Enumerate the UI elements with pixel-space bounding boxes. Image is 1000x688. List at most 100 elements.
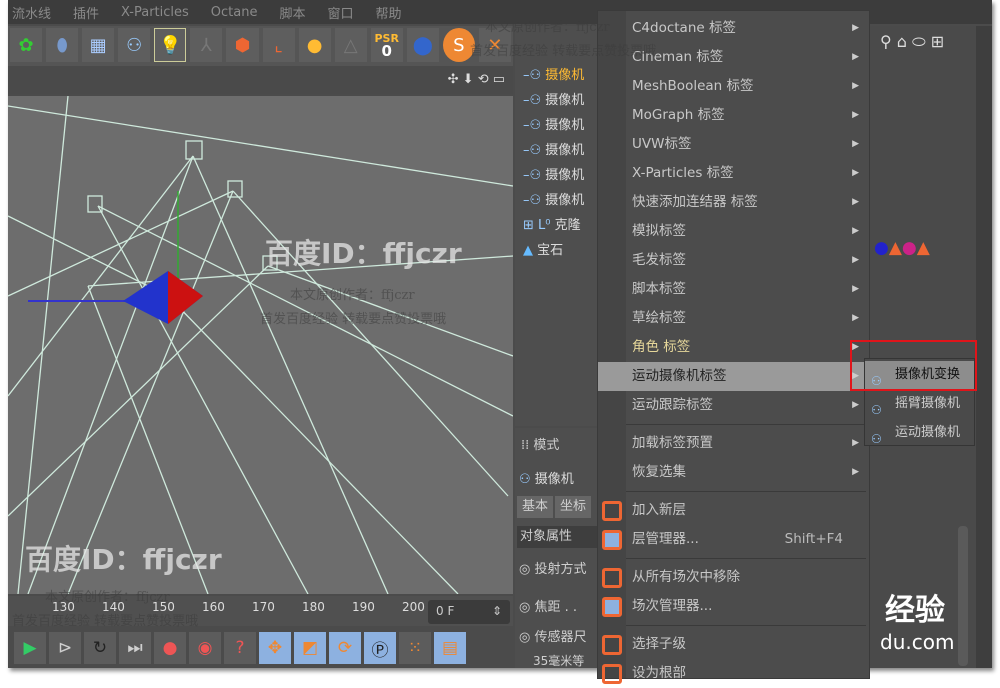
menu-item[interactable]: 恢复选集 ▶ xyxy=(598,458,869,487)
submenu-arrow-icon: ▶ xyxy=(852,81,859,91)
viewport[interactable] xyxy=(8,96,513,594)
menu-item[interactable]: 运动摄像机标签 ▶ xyxy=(598,362,869,391)
menu-item-label: MoGraph 标签 xyxy=(632,107,725,123)
menu-item[interactable]: X-Particles xyxy=(121,5,189,20)
autokey-icon[interactable]: ◉ xyxy=(189,632,221,664)
menu-item[interactable]: 流水线 xyxy=(12,3,51,22)
menu-item[interactable]: 从所有场次中移除 xyxy=(598,563,869,592)
submenu-item[interactable]: ⚇ 运动摄像机 xyxy=(865,419,974,447)
menu-item[interactable]: 设为根部 xyxy=(598,659,869,688)
search-icon[interactable]: ⚲ ⌂ ⬭ ⊞ xyxy=(880,32,944,52)
drop-to-floor-icon[interactable]: ⬤ xyxy=(406,28,439,62)
menu-item[interactable]: 帮助 xyxy=(376,3,402,22)
play-icon[interactable]: ▶ xyxy=(14,632,46,664)
frame-field[interactable]: 0 F ⇕ xyxy=(428,600,510,624)
menu-item[interactable]: UVW标签 ▶ xyxy=(598,130,869,159)
submenu-arrow-icon: ▶ xyxy=(852,438,859,448)
light-icon[interactable]: 💡 xyxy=(154,28,187,62)
rotate-icon[interactable]: ⟳ xyxy=(329,632,361,664)
attr-object-name: 摄像机 xyxy=(534,472,574,487)
point-level-icon[interactable]: ⁙ xyxy=(399,632,431,664)
menu-separator xyxy=(626,558,866,559)
scrollbar[interactable] xyxy=(958,526,968,666)
menu-item[interactable]: 快速添加连结器 标签 ▶ xyxy=(598,188,869,217)
menu-item[interactable]: 插件 xyxy=(73,3,99,22)
menu-item[interactable]: 脚本标签 ▶ xyxy=(598,275,869,304)
psr-value: 0 xyxy=(381,42,392,60)
menu-item[interactable]: MeshBoolean 标签 ▶ xyxy=(598,72,869,101)
menu-item-icon xyxy=(602,597,622,617)
menu-item-label: 毛发标签 xyxy=(632,252,686,268)
param-icon[interactable]: Ⓟ xyxy=(364,632,396,664)
move-icon[interactable]: ✥ xyxy=(259,632,291,664)
object-item[interactable]: –⚇ 摄像机 xyxy=(523,139,584,158)
object-item[interactable]: –⚇ 摄像机 xyxy=(523,164,584,183)
goto-end-icon[interactable]: ⏭ xyxy=(119,632,151,664)
object-item[interactable]: –⚇ 摄像机 xyxy=(523,89,584,108)
menu-item[interactable]: 加入新层 xyxy=(598,496,869,525)
field-projection[interactable]: ◎ 投射方式 xyxy=(519,558,587,577)
tab-basic[interactable]: 基本 xyxy=(517,496,553,518)
menu-item-label: 加入新层 xyxy=(632,502,686,518)
menu-item[interactable]: 选择子级 xyxy=(598,630,869,659)
menu-item[interactable]: 运动跟踪标签 ▶ xyxy=(598,391,869,420)
material-icons[interactable]: ●▲●▲ xyxy=(874,238,930,258)
field-focal[interactable]: ◎ 焦距 . . xyxy=(519,596,577,615)
viewport-nav-icons[interactable]: ✣ ⬇ ⟲ ▭ xyxy=(8,66,513,94)
menu-item[interactable]: 窗口 xyxy=(328,3,354,22)
menu-item[interactable]: X-Particles 标签 ▶ xyxy=(598,159,869,188)
symmetry-icon[interactable]: △ xyxy=(334,28,367,62)
cloner-icon[interactable]: ✿ xyxy=(10,28,43,62)
object-item[interactable]: –⚇ 摄像机 xyxy=(523,64,584,83)
menu-item[interactable]: 加载标签预置 ▶ xyxy=(598,429,869,458)
tab-coord[interactable]: 坐标 xyxy=(555,496,591,518)
keyframe-help-icon[interactable]: ? xyxy=(224,632,256,664)
menu-item-label: 脚本标签 xyxy=(632,281,686,297)
object-name: 宝石 xyxy=(537,243,564,258)
object-item[interactable]: ▲ 宝石 xyxy=(523,239,563,258)
camera-icon[interactable]: ⚇ xyxy=(118,28,151,62)
right-tab-strip[interactable] xyxy=(976,26,992,668)
watermark-note-2: 首发百度经验 转载要点赞投票哦 xyxy=(12,614,199,629)
film-icon[interactable]: ▤ xyxy=(434,632,466,664)
submenu-item-label: 运动摄像机 xyxy=(895,425,961,440)
transport-bar: ▶ ⊳ ↻ ⏭ ● ◉ ? ✥ ◩ ⟳ Ⓟ ⁙ ▤ xyxy=(8,630,513,666)
psr-icon[interactable]: PSR 0 xyxy=(370,28,403,62)
object-item[interactable]: –⚇ 摄像机 xyxy=(523,114,584,133)
menu-item[interactable]: 毛发标签 ▶ xyxy=(598,246,869,275)
record-icon[interactable]: ● xyxy=(154,632,186,664)
menu-item[interactable]: 脚本 xyxy=(279,3,305,22)
object-item[interactable]: ⊞ L⁰ 克隆 xyxy=(523,214,581,233)
object-manager: –⚇ 摄像机 –⚇ 摄像机 –⚇ 摄像机 –⚇ 摄像机 –⚇ 摄像机 –⚇ 摄像机 ⊞ L⁰… xyxy=(515,26,597,426)
loop-icon[interactable]: ↻ xyxy=(84,632,116,664)
menu-item[interactable]: C4doctane 标签 ▶ xyxy=(598,14,869,43)
camera-icon: –⚇ xyxy=(523,118,546,133)
character-icon[interactable]: ⅄ xyxy=(190,28,223,62)
next-key-icon[interactable]: ⊳ xyxy=(49,632,81,664)
menu-item[interactable]: Octane xyxy=(211,5,258,20)
menu-item[interactable]: MoGraph 标签 ▶ xyxy=(598,101,869,130)
menu-item[interactable]: 草绘标签 ▶ xyxy=(598,304,869,333)
gem-icon: ▲ xyxy=(523,243,538,258)
object-item[interactable]: –⚇ 摄像机 xyxy=(523,189,584,208)
xyz-icon[interactable]: ● xyxy=(298,28,331,62)
mode-menu[interactable]: ⁞⁞ 模式 xyxy=(521,434,559,453)
deformer-icon[interactable]: ⬮ xyxy=(46,28,79,62)
timeline-tick: 190 xyxy=(352,600,375,614)
menu-item[interactable]: 角色 标签 ▶ xyxy=(598,333,869,362)
submenu-item[interactable]: ⚇ 摇臂摄像机 xyxy=(865,390,974,418)
floor-icon[interactable]: ▦ xyxy=(82,28,115,62)
field-sensor[interactable]: ◎ 传感器尺 xyxy=(519,626,587,645)
menu-item-label: 选择子级 xyxy=(632,636,686,652)
attribute-manager: ⁞⁞ 模式 ⚇ 摄像机 基本 坐标 对象属性 ◎ 投射方式 ◎ 焦距 . . ◎… xyxy=(515,428,597,668)
attr-object: ⚇ 摄像机 xyxy=(519,472,574,487)
tag-icon[interactable]: ⬢ xyxy=(226,28,259,62)
menu-item[interactable]: 层管理器... Shift+F4 xyxy=(598,525,869,554)
menu-item[interactable]: 模拟标签 ▶ xyxy=(598,217,869,246)
coordinate-icon[interactable]: ⌞ xyxy=(262,28,295,62)
menu-item[interactable]: 场次管理器... xyxy=(598,592,869,621)
watermark-note: 首发百度经验 转载要点赞投票哦 xyxy=(260,312,447,327)
camera-icon: –⚇ xyxy=(523,68,546,83)
scale-icon[interactable]: ◩ xyxy=(294,632,326,664)
menu-item-label: 加载标签预置 xyxy=(632,435,713,451)
